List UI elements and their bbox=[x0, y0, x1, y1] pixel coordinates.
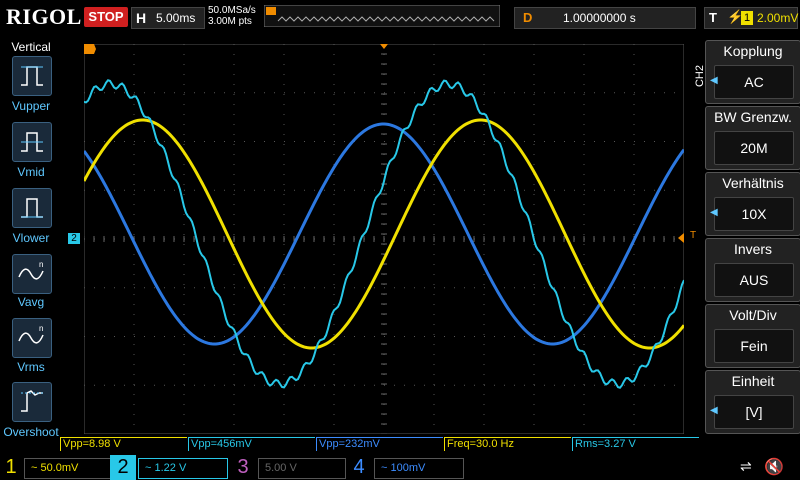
vlower-icon bbox=[21, 198, 43, 218]
volts-div-value: Fein bbox=[714, 329, 794, 363]
ch1-scale[interactable]: ~ 50.0mV bbox=[24, 458, 112, 479]
memory-depth: 3.00M pts bbox=[208, 16, 252, 27]
vrms-button[interactable]: n bbox=[12, 318, 52, 358]
delay-value: 1.00000000 s bbox=[563, 11, 636, 25]
probe-ratio-button[interactable]: Verhältnis 10X ◀ bbox=[705, 172, 800, 236]
measurement-item: Freq=30.0 Hz bbox=[444, 437, 571, 451]
ch1-number[interactable]: 1 bbox=[0, 455, 22, 480]
vupper-icon bbox=[21, 66, 43, 86]
bw-limit-title: BW Grenzw. bbox=[714, 109, 792, 125]
unit-button[interactable]: Einheit [V] ◀ bbox=[705, 370, 800, 434]
coupling-title: Kopplung bbox=[723, 43, 783, 59]
overshoot-icon bbox=[21, 390, 43, 412]
vupper-button[interactable] bbox=[12, 56, 52, 96]
probe-ratio-value: 10X bbox=[714, 197, 794, 231]
vupper-label: Vupper bbox=[11, 99, 51, 113]
vrms-label: Vrms bbox=[17, 360, 45, 374]
vertical-measure-menu: Vertical Vupper Vmid Vlower n Vavg n Vrm… bbox=[0, 36, 62, 456]
vmid-icon bbox=[21, 132, 43, 152]
ch4-number[interactable]: 4 bbox=[348, 455, 370, 480]
vmid-label: Vmid bbox=[17, 165, 45, 179]
unit-value: [V] bbox=[714, 395, 794, 429]
channel-status-bar: 1 ~ 50.0mV 2 ~ 1.22 V 3 5.00 V 4 ~ 100mV… bbox=[0, 455, 800, 480]
unit-title: Einheit bbox=[731, 373, 775, 389]
ch3-number[interactable]: 3 bbox=[232, 455, 254, 480]
probe-ratio-title: Verhältnis bbox=[722, 175, 784, 191]
timebase-label: H bbox=[136, 10, 147, 26]
ch1-offset-marker[interactable] bbox=[84, 44, 96, 54]
measurement-item: Vpp=456mV bbox=[188, 437, 315, 451]
usb-icon: ⇌ bbox=[740, 458, 752, 474]
svg-text:n: n bbox=[39, 260, 43, 269]
ch3-scale[interactable]: 5.00 V bbox=[258, 458, 346, 479]
top-status-bar: RIGOL STOP H 5.00ms 50.0MSa/s 3.00M pts … bbox=[0, 0, 800, 36]
invert-title: Invers bbox=[733, 241, 773, 257]
brand-logo: RIGOL bbox=[6, 4, 82, 29]
vlower-label: Vlower bbox=[12, 231, 50, 245]
overshoot-label: Overshoot bbox=[3, 425, 59, 439]
arrow-left-icon: ◀ bbox=[710, 75, 718, 86]
invert-value: AUS bbox=[714, 263, 794, 297]
sample-rate: 50.0MSa/s bbox=[208, 5, 256, 16]
measurement-item: Vpp=8.98 V bbox=[60, 437, 187, 451]
measurement-strip: Vpp=8.98 V Vpp=456mV Vpp=232mV Freq=30.0… bbox=[60, 437, 700, 451]
trigger-marker-label: T bbox=[689, 230, 697, 241]
bw-limit-button[interactable]: BW Grenzw. 20M bbox=[705, 106, 800, 170]
ch2-number[interactable]: 2 bbox=[110, 455, 136, 480]
vavg-label: Vavg bbox=[17, 295, 45, 309]
waveform-display[interactable] bbox=[84, 44, 684, 434]
ch2-offset-marker[interactable]: 2 bbox=[68, 233, 80, 244]
vavg-icon: n bbox=[18, 260, 44, 280]
arrow-left-icon: ◀ bbox=[710, 207, 718, 218]
speaker-muted-icon[interactable]: 🔇 bbox=[764, 457, 784, 477]
bw-limit-value: 20M bbox=[714, 131, 794, 165]
volts-div-button[interactable]: Volt/Div Fein bbox=[705, 304, 800, 368]
acquisition-info: 50.0MSa/s 3.00M pts bbox=[208, 5, 256, 27]
ch4-scale[interactable]: ~ 100mV bbox=[374, 458, 464, 479]
volts-div-title: Volt/Div bbox=[729, 307, 777, 323]
ch2-scale[interactable]: ~ 1.22 V bbox=[138, 458, 228, 479]
channel-menu: CH2 Kopplung AC ◀ BW Grenzw. 20M Verhält… bbox=[694, 40, 800, 436]
trigger-source: 1 bbox=[741, 11, 753, 25]
vrms-icon: n bbox=[18, 324, 44, 344]
measurement-item: Vpp=232mV bbox=[316, 437, 443, 451]
measurement-item: Rms=3.27 V bbox=[572, 437, 699, 451]
coupling-value: AC bbox=[714, 65, 794, 99]
trigger-label: T bbox=[709, 10, 717, 25]
vmid-button[interactable] bbox=[12, 122, 52, 162]
delay-label: D bbox=[523, 10, 533, 25]
timebase-box[interactable]: H 5.00ms bbox=[131, 7, 205, 29]
invert-button[interactable]: Invers AUS bbox=[705, 238, 800, 302]
delay-box[interactable]: D 1.00000000 s bbox=[514, 7, 696, 29]
svg-text:n: n bbox=[39, 324, 43, 333]
memory-position-bar[interactable] bbox=[264, 5, 500, 27]
arrow-left-icon: ◀ bbox=[710, 405, 718, 416]
coupling-button[interactable]: Kopplung AC ◀ bbox=[705, 40, 800, 104]
run-stop-button[interactable]: STOP bbox=[84, 7, 128, 27]
menu-title: Vertical bbox=[11, 40, 51, 54]
vlower-button[interactable] bbox=[12, 188, 52, 228]
trigger-box[interactable]: T ⚡ 1 2.00mV bbox=[704, 7, 798, 29]
trigger-level: 2.00mV bbox=[757, 11, 799, 25]
vavg-button[interactable]: n bbox=[12, 254, 52, 294]
timebase-value: 5.00ms bbox=[156, 11, 196, 25]
overshoot-button[interactable] bbox=[12, 382, 52, 422]
